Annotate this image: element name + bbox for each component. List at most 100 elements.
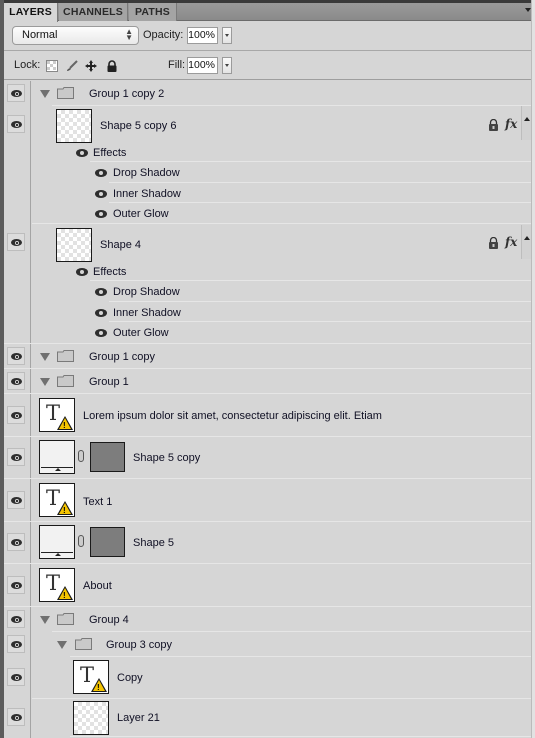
lock-label: Lock: — [14, 59, 41, 71]
visibility-toggle[interactable] — [7, 406, 25, 424]
tab-channels[interactable]: CHANNELS — [59, 3, 128, 21]
visibility-toggle[interactable] — [7, 533, 25, 551]
effects-eye-icon[interactable] — [76, 268, 88, 276]
layer-row-group[interactable]: Group 1 copy — [4, 344, 535, 369]
layer-name: Shape 4 — [100, 239, 141, 251]
folder-icon — [75, 638, 92, 650]
folder-icon — [57, 375, 74, 387]
visibility-column — [4, 607, 31, 632]
visibility-toggle[interactable] — [7, 115, 25, 133]
lock-image-pixels-icon[interactable] — [66, 60, 78, 72]
effect-eye-icon[interactable] — [95, 329, 107, 337]
text-layer-thumbnail: T! — [39, 483, 75, 517]
visibility-toggle[interactable] — [7, 635, 25, 653]
visibility-toggle[interactable] — [7, 372, 25, 390]
visibility-toggle[interactable] — [7, 610, 25, 628]
expand-triangle-icon[interactable] — [57, 641, 67, 649]
opacity-input[interactable]: 100% — [187, 27, 218, 44]
opacity-dropdown-button[interactable] — [222, 27, 232, 44]
layer-row-group[interactable]: Group 4 — [4, 607, 535, 632]
effect-eye-icon[interactable] — [95, 309, 107, 317]
effect-inner-shadow[interactable]: Inner Shadow — [113, 307, 181, 319]
warning-mark: ! — [63, 421, 66, 430]
lock-position-icon[interactable] — [85, 60, 97, 72]
layer-thumbnail — [73, 701, 109, 735]
eye-icon — [11, 90, 22, 97]
visibility-toggle[interactable] — [7, 576, 25, 594]
visibility-toggle[interactable] — [7, 491, 25, 509]
fill-dropdown-button[interactable] — [222, 57, 232, 74]
visibility-column — [4, 344, 31, 369]
visibility-toggle[interactable] — [7, 84, 25, 102]
layer-name: Group 1 copy 2 — [89, 88, 165, 100]
effect-eye-icon[interactable] — [95, 288, 107, 296]
fx-icon[interactable]: fx — [505, 117, 517, 131]
blend-mode-select[interactable]: Normal ▲ ▼ — [12, 26, 139, 45]
expand-triangle-icon[interactable] — [40, 616, 50, 624]
eye-icon — [11, 641, 22, 648]
visibility-toggle[interactable] — [7, 448, 25, 466]
effect-eye-icon[interactable] — [95, 190, 107, 198]
layer-row-group[interactable]: Group 3 copy — [4, 632, 535, 657]
effect-eye-icon[interactable] — [95, 169, 107, 177]
layer-row-group[interactable]: Group 1 copy 2 — [4, 81, 535, 106]
eye-icon — [11, 121, 22, 128]
eye-icon — [11, 582, 22, 589]
layer-name: Group 1 — [89, 376, 129, 388]
effect-drop-shadow[interactable]: Drop Shadow — [113, 167, 180, 179]
opacity-label: Opacity: — [143, 29, 184, 41]
fill-input[interactable]: 100% — [187, 57, 218, 74]
expand-triangle-icon[interactable] — [40, 353, 50, 361]
row-divider — [32, 223, 531, 224]
fx-icon[interactable]: fx — [505, 235, 517, 249]
warning-mark: ! — [63, 591, 66, 600]
layer-row-shape[interactable]: Shape 5 copy 6 fx Effects Drop Shadow In… — [4, 106, 535, 225]
layer-row-shape[interactable]: Layer 21 — [4, 699, 535, 738]
folder-icon — [57, 350, 74, 362]
layer-row-text[interactable]: T! About — [4, 564, 535, 607]
expand-triangle-icon[interactable] — [40, 378, 50, 386]
vector-mask-thumbnail — [90, 442, 125, 472]
layer-row-group[interactable]: Group 1 — [4, 369, 535, 394]
layers-panel: LAYERS CHANNELS PATHS Normal ▲ ▼ Opacity:… — [0, 0, 535, 738]
visibility-column — [4, 106, 31, 225]
layer-row-shape[interactable]: Shape 4 fx Effects Drop Shadow Inner Sha… — [4, 225, 535, 344]
layer-name: Group 3 copy — [106, 639, 173, 651]
effect-inner-shadow[interactable]: Inner Shadow — [113, 188, 181, 200]
visibility-column — [4, 657, 31, 699]
layer-row-shape[interactable]: Shape 5 copy — [4, 437, 535, 479]
vector-mask-thumbnail — [90, 527, 125, 557]
eye-icon — [11, 412, 22, 419]
lock-all-icon[interactable] — [106, 60, 118, 72]
visibility-column — [4, 81, 31, 106]
lock-transparent-pixels-icon[interactable] — [46, 60, 58, 72]
effect-outer-glow[interactable]: Outer Glow — [113, 208, 169, 220]
expand-triangle-icon[interactable] — [40, 90, 50, 98]
text-layer-thumbnail: T! — [39, 568, 75, 602]
layer-row-shape[interactable]: Shape 5 — [4, 522, 535, 564]
link-chain-icon[interactable] — [78, 450, 84, 462]
layer-row-text[interactable]: T! Text 1 — [4, 479, 535, 522]
effects-expand-toggle[interactable] — [521, 225, 531, 259]
layer-row-text[interactable]: T! Lorem ipsum dolor sit amet, consectet… — [4, 394, 535, 437]
scrollbar-track[interactable] — [531, 0, 535, 738]
eye-icon — [11, 454, 22, 461]
visibility-toggle[interactable] — [7, 708, 25, 726]
visibility-toggle[interactable] — [7, 347, 25, 365]
effect-drop-shadow[interactable]: Drop Shadow — [113, 286, 180, 298]
eye-icon — [11, 674, 22, 681]
visibility-column — [4, 632, 31, 657]
effects-expand-toggle[interactable] — [521, 106, 531, 140]
effects-eye-icon[interactable] — [76, 149, 88, 157]
layer-row-text[interactable]: T! Copy — [4, 657, 535, 699]
visibility-toggle[interactable] — [7, 233, 25, 251]
link-chain-icon[interactable] — [78, 535, 84, 547]
tab-paths[interactable]: PATHS — [129, 3, 177, 21]
row-divider — [109, 301, 531, 302]
effect-outer-glow[interactable]: Outer Glow — [113, 327, 169, 339]
visibility-column — [4, 394, 31, 437]
effect-eye-icon[interactable] — [95, 210, 107, 218]
warning-mark: ! — [63, 506, 66, 515]
tab-layers[interactable]: LAYERS — [4, 3, 58, 22]
visibility-toggle[interactable] — [7, 668, 25, 686]
